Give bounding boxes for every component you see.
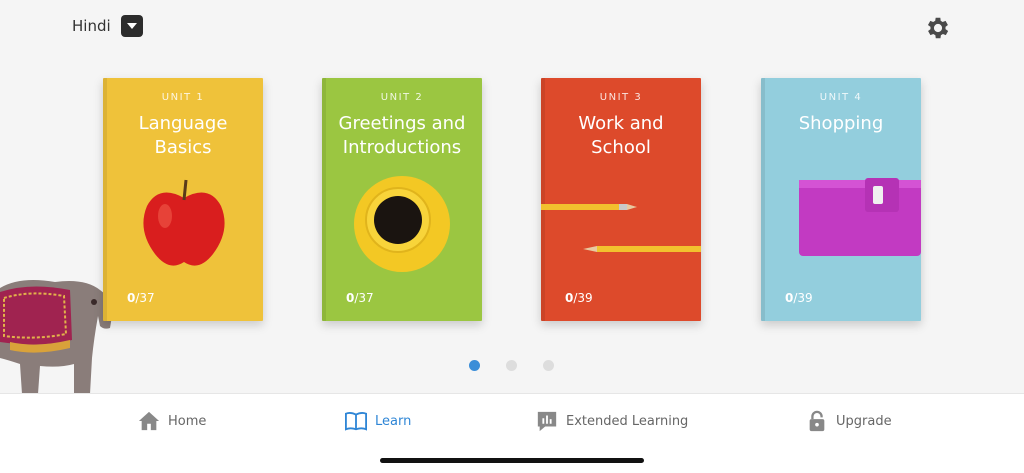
coffee-cup-image [354, 176, 450, 272]
dropdown-icon[interactable] [120, 15, 143, 37]
wallet-image [799, 178, 921, 256]
lock-icon [809, 410, 825, 432]
unit-progress: 0/39 [565, 291, 593, 305]
page-dot[interactable] [543, 360, 554, 371]
language-selector[interactable]: Hindi [72, 15, 143, 37]
pencils-image [541, 204, 701, 252]
unit-card-2[interactable]: UNIT 2 Greetings and Introductions 0/37 [322, 78, 482, 321]
home-indicator [380, 458, 644, 463]
unit-title: Work and School [578, 113, 664, 158]
unit-card-3[interactable]: UNIT 3 Work and School 0/39 [541, 78, 701, 321]
bottom-nav: Home Learn Extended Learning Upgrade [0, 393, 1024, 473]
nav-label: Upgrade [836, 413, 892, 429]
unit-progress: 0/37 [127, 291, 155, 305]
elephant-illustration [0, 280, 112, 394]
unit-title: Shopping [798, 113, 884, 134]
unit-label: UNIT 2 [380, 92, 424, 103]
unit-title: Language Basics [138, 113, 228, 158]
nav-label: Extended Learning [566, 413, 689, 429]
nav-home[interactable]: Home [138, 410, 206, 432]
unit-label: UNIT 4 [819, 92, 863, 103]
gear-icon[interactable] [924, 14, 952, 42]
book-icon [345, 412, 367, 431]
nav-upgrade[interactable]: Upgrade [806, 410, 892, 432]
nav-label: Learn [375, 413, 412, 429]
nav-label: Home [168, 413, 207, 429]
chat-bars-icon [537, 411, 557, 432]
unit-progress: 0/39 [785, 291, 813, 305]
page-dot[interactable] [506, 360, 517, 371]
unit-card-4[interactable]: UNIT 4 Shopping 0/39 [761, 78, 921, 321]
language-label: Hindi [72, 17, 111, 35]
unit-card-1[interactable]: UNIT 1 Language Basics 0/37 [103, 78, 263, 321]
unit-title: Greetings and Introductions [338, 113, 466, 158]
pagination [469, 360, 554, 371]
unit-label: UNIT 1 [161, 92, 205, 103]
unit-progress: 0/37 [346, 291, 374, 305]
home-icon [138, 411, 160, 431]
apple-image [143, 179, 225, 266]
unit-label: UNIT 3 [599, 92, 643, 103]
nav-learn[interactable]: Learn [345, 410, 411, 432]
nav-extended-learning[interactable]: Extended Learning [536, 410, 688, 432]
page-dot[interactable] [469, 360, 480, 371]
